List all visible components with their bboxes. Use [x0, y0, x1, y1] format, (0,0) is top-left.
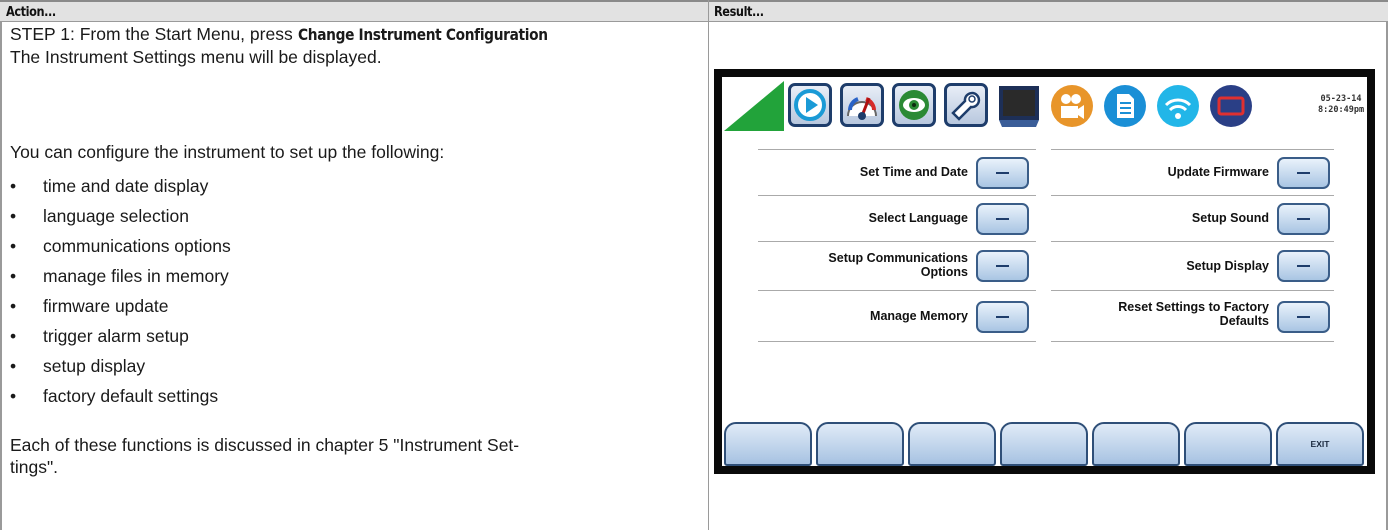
menu-label-set-time: Set Time and Date	[859, 165, 968, 179]
bullet-icon: •	[10, 236, 17, 256]
update-firmware-button[interactable]	[1277, 157, 1330, 189]
rectangle-icon[interactable]	[1208, 83, 1254, 129]
monitor-icon[interactable]	[996, 83, 1042, 129]
play-icon[interactable]	[788, 83, 832, 127]
step-line: STEP 1: From the Start Menu, press Chang…	[10, 23, 705, 46]
intro-text: You can configure the instrument to set …	[10, 142, 445, 162]
list-item: • communications options	[10, 231, 700, 261]
dash-icon	[996, 265, 1009, 267]
camera-icon[interactable]	[1049, 83, 1095, 129]
bullet-icon: •	[10, 326, 17, 346]
date-readout: 05-23-14	[1320, 94, 1362, 104]
dash-icon	[1297, 316, 1310, 318]
wrench-icon[interactable]	[944, 83, 988, 127]
divider	[758, 241, 1036, 242]
document-icon[interactable]	[1102, 83, 1148, 129]
set-time-date-button[interactable]	[976, 157, 1029, 189]
dash-icon	[1297, 265, 1310, 267]
instrument-display: 05-23-14 8:20:49pm Set Time and Date Sel…	[722, 77, 1367, 466]
reset-settings-button[interactable]	[1277, 301, 1330, 333]
list-item: • language selection	[10, 201, 700, 231]
softkey-4[interactable]	[1000, 422, 1088, 466]
dash-icon	[996, 172, 1009, 174]
table-header: Action... Result...	[0, 0, 1388, 22]
dash-icon	[1297, 218, 1310, 220]
toolbar: 05-23-14 8:20:49pm	[722, 77, 1367, 133]
menu-label-setup-communications: Setup Communications Options	[828, 251, 968, 279]
time-readout: 8:20:49pm	[1318, 105, 1365, 115]
bullet-icon: •	[10, 296, 17, 316]
date-time-display: 05-23-14 8:20:49pm	[1318, 94, 1364, 116]
menu-label-update-firmware: Update Firmware	[1167, 165, 1269, 179]
divider	[1051, 290, 1334, 291]
feature-list: • time and date display • language selecti…	[10, 171, 700, 411]
divider	[758, 195, 1036, 196]
result-header: Result...	[714, 4, 764, 20]
menu-label-reset-settings: Reset Settings to Factory Defaults	[1118, 300, 1269, 328]
step-result-text: The Instrument Settings menu will be dis…	[10, 47, 382, 67]
divider	[1051, 195, 1334, 196]
instrument-screen: 05-23-14 8:20:49pm Set Time and Date Sel…	[714, 69, 1375, 474]
wifi-icon[interactable]	[1155, 83, 1201, 129]
status-triangle-icon[interactable]	[722, 79, 786, 133]
menu-label-manage-memory: Manage Memory	[870, 309, 968, 323]
list-item: • setup display	[10, 351, 700, 381]
softkey-3[interactable]	[908, 422, 996, 466]
bullet-icon: •	[10, 266, 17, 286]
softkey-1[interactable]	[724, 422, 812, 466]
setup-communications-button[interactable]	[976, 250, 1029, 282]
exit-label: EXIT	[1310, 439, 1330, 449]
menu-label-setup-display: Setup Display	[1186, 259, 1269, 273]
divider	[1051, 149, 1334, 150]
exit-button[interactable]: EXIT	[1276, 422, 1364, 466]
list-item: • trigger alarm setup	[10, 321, 700, 351]
list-item: • firmware update	[10, 291, 700, 321]
step-prefix: STEP 1: From the Start Menu, press	[10, 24, 298, 44]
dash-icon	[996, 316, 1009, 318]
bullet-icon: •	[10, 176, 17, 196]
step-button-name: Change Instrument Configuration	[297, 25, 548, 44]
divider	[1051, 341, 1334, 342]
dash-icon	[996, 218, 1009, 220]
footer-text: Each of these functions is discussed in …	[10, 435, 520, 477]
bullet-icon: •	[10, 206, 17, 226]
action-header: Action...	[6, 4, 56, 20]
divider	[1051, 241, 1334, 242]
menu-label-setup-sound: Setup Sound	[1191, 211, 1269, 225]
setup-sound-button[interactable]	[1277, 203, 1330, 235]
list-item: • time and date display	[10, 171, 700, 201]
divider	[758, 341, 1036, 342]
select-language-button[interactable]	[976, 203, 1029, 235]
bullet-icon: •	[10, 356, 17, 376]
softkey-2[interactable]	[816, 422, 904, 466]
dash-icon	[1297, 172, 1310, 174]
list-item: • factory default settings	[10, 381, 700, 411]
bullet-icon: •	[10, 386, 17, 406]
softkey-5[interactable]	[1092, 422, 1180, 466]
manage-memory-button[interactable]	[976, 301, 1029, 333]
softkey-6[interactable]	[1184, 422, 1272, 466]
menu-label-select-language: Select Language	[868, 211, 968, 225]
setup-display-button[interactable]	[1277, 250, 1330, 282]
divider	[758, 290, 1036, 291]
gauge-icon[interactable]	[840, 83, 884, 127]
eye-icon[interactable]	[892, 83, 936, 127]
divider	[758, 149, 1036, 150]
action-column: STEP 1: From the Start Menu, press Chang…	[10, 23, 705, 477]
list-item: • manage files in memory	[10, 261, 700, 291]
